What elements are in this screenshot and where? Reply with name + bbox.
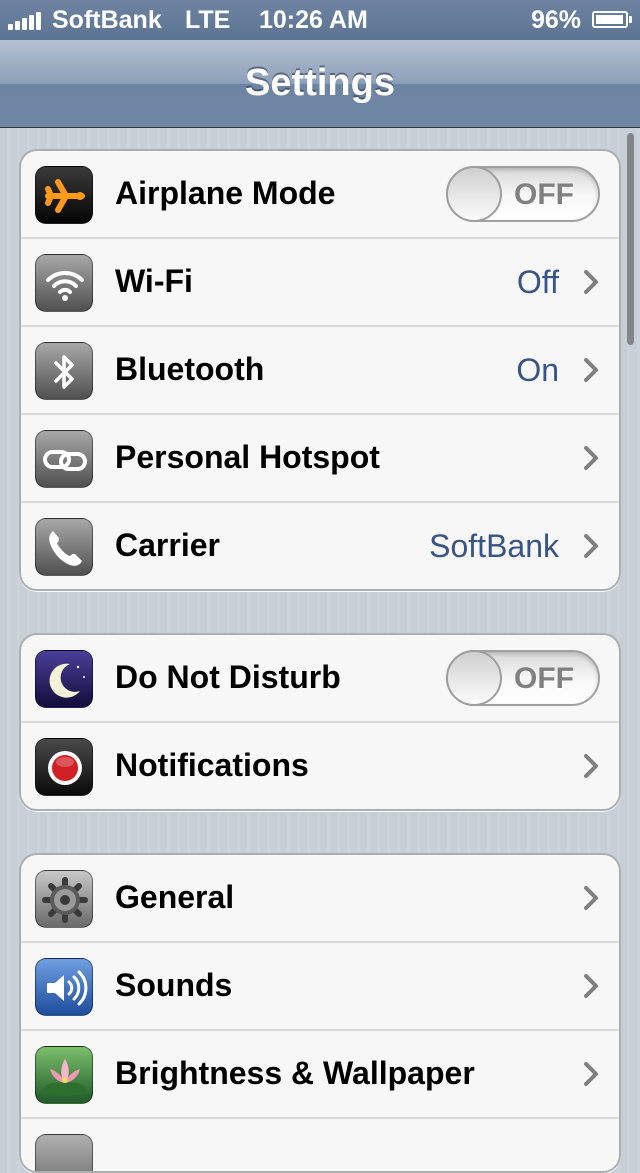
chevron-right-icon xyxy=(584,754,598,778)
gear-icon xyxy=(35,870,93,928)
row-label: Sounds xyxy=(115,967,233,1003)
row-label: Personal Hotspot xyxy=(115,439,380,475)
wifi-status: Off xyxy=(516,264,559,300)
page-title: Settings xyxy=(245,62,395,104)
row-label: Do Not Disturb xyxy=(115,659,341,695)
chevron-right-icon xyxy=(584,358,598,382)
row-brightness-wallpaper[interactable]: Brightness & Wallpaper xyxy=(21,1031,619,1119)
row-label: Wi-Fi xyxy=(115,263,193,299)
row-wifi[interactable]: Wi-Fi Off xyxy=(21,239,619,327)
toggle-knob xyxy=(446,166,502,222)
toggle-knob xyxy=(446,650,502,706)
chevron-right-icon xyxy=(584,534,598,558)
chevron-right-icon xyxy=(584,1062,598,1086)
bluetooth-status: On xyxy=(516,352,559,388)
row-notifications[interactable]: Notifications xyxy=(21,723,619,809)
row-label: Bluetooth xyxy=(115,351,265,387)
do-not-disturb-toggle[interactable]: OFF xyxy=(446,650,600,706)
chevron-right-icon xyxy=(584,446,598,470)
settings-group-device: General Sounds Brightness & Wallpaper xyxy=(19,853,621,1173)
row-label: Notifications xyxy=(115,747,309,783)
battery-percent: 96% xyxy=(531,6,582,34)
partial-row-icon xyxy=(35,1134,93,1171)
flower-icon xyxy=(35,1046,93,1104)
navigation-bar: Settings xyxy=(0,40,640,128)
row-label: Brightness & Wallpaper xyxy=(115,1055,475,1091)
row-label: General xyxy=(115,879,235,915)
status-bar: SoftBank LTE 10:26 AM 96% xyxy=(0,0,640,40)
settings-group-alerts: Do Not Disturb OFF Notifications xyxy=(19,633,621,811)
battery-icon xyxy=(592,11,632,28)
clock: 10:26 AM xyxy=(259,6,368,34)
row-airplane-mode[interactable]: Airplane Mode OFF xyxy=(21,151,619,239)
row-carrier[interactable]: Carrier SoftBank xyxy=(21,503,619,589)
chevron-right-icon xyxy=(584,270,598,294)
toggle-state: OFF xyxy=(514,178,574,211)
row-general[interactable]: General xyxy=(21,855,619,943)
chevron-right-icon xyxy=(584,974,598,998)
row-sounds[interactable]: Sounds xyxy=(21,943,619,1031)
hotspot-icon xyxy=(35,430,93,488)
carrier-value: SoftBank xyxy=(429,528,559,564)
moon-icon xyxy=(35,650,93,708)
network-type: LTE xyxy=(185,6,231,34)
scroll-indicator[interactable] xyxy=(627,133,634,345)
airplane-icon xyxy=(35,166,93,224)
airplane-mode-toggle[interactable]: OFF xyxy=(446,166,600,222)
toggle-state: OFF xyxy=(514,662,574,695)
row-label: Carrier xyxy=(115,527,220,563)
phone-icon xyxy=(35,518,93,576)
notifications-icon xyxy=(35,738,93,796)
row-personal-hotspot[interactable]: Personal Hotspot xyxy=(21,415,619,503)
speaker-icon xyxy=(35,958,93,1016)
bluetooth-icon xyxy=(35,342,93,400)
row-bluetooth[interactable]: Bluetooth On xyxy=(21,327,619,415)
row-next-partial[interactable] xyxy=(21,1119,619,1171)
chevron-right-icon xyxy=(584,886,598,910)
signal-strength-icon xyxy=(8,10,43,30)
carrier-name: SoftBank xyxy=(52,6,162,34)
row-do-not-disturb[interactable]: Do Not Disturb OFF xyxy=(21,635,619,723)
row-label: Airplane Mode xyxy=(115,175,336,211)
settings-group-connectivity: Airplane Mode OFF Wi-Fi Off Bluetooth On xyxy=(19,149,621,591)
wifi-icon xyxy=(35,254,93,312)
